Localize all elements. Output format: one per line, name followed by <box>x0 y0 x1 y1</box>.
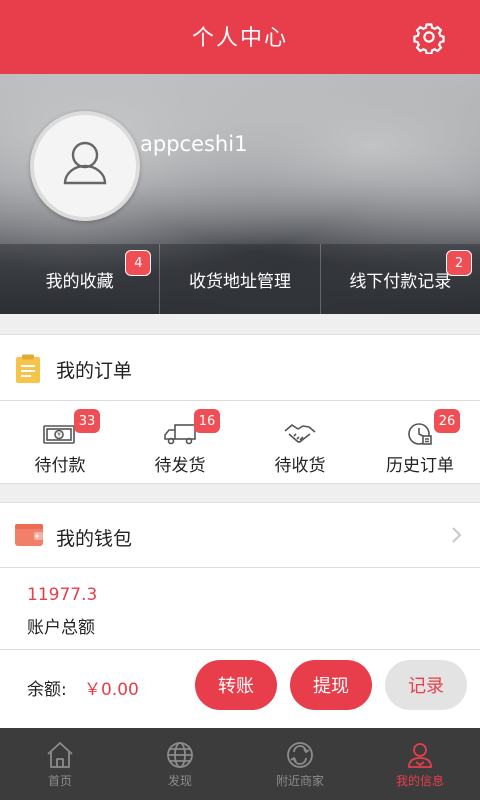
tab-home[interactable]: 首页 <box>0 728 120 800</box>
pending-payment-badge: 33 <box>74 409 100 433</box>
truck-icon <box>164 424 196 445</box>
banknote-icon: ¥ <box>43 425 75 444</box>
bottom-tab-bar: 首页 发现 附近商家 我的信息 <box>0 728 480 800</box>
order-label: 历史订单 <box>386 456 454 476</box>
page-title: 个人中心 <box>191 26 288 51</box>
tab-label: 发现 <box>167 774 192 788</box>
records-button[interactable]: 记录 <box>385 660 467 710</box>
tab-label: 首页 <box>47 774 72 788</box>
profile-stats: 我的收藏 4 收货地址管理 线下付款记录 2 <box>0 244 480 314</box>
nearby-icon <box>287 742 313 768</box>
handshake-icon <box>284 424 316 443</box>
order-history[interactable]: 26 历史订单 <box>360 401 480 484</box>
orders-title: 我的订单 <box>56 360 133 382</box>
pending-shipment-badge: 16 <box>194 409 220 433</box>
svg-text:¥: ¥ <box>57 432 61 439</box>
stat-label: 线下付款记录 <box>349 271 452 292</box>
order-pending-receipt[interactable]: 待收货 <box>240 401 360 484</box>
balance-label: 余额: <box>27 680 67 700</box>
favorites-badge: 4 <box>125 250 152 276</box>
order-pending-payment[interactable]: ¥ 33 待付款 <box>0 401 120 484</box>
avatar[interactable] <box>30 111 140 221</box>
tab-nearby[interactable]: 附近商家 <box>240 728 360 800</box>
stat-label: 收货地址管理 <box>188 271 291 292</box>
clipboard-icon <box>16 354 40 383</box>
stat-offline-payments[interactable]: 线下付款记录 2 <box>319 244 480 314</box>
chevron-right-icon <box>452 527 462 543</box>
app-header: 个人中心 <box>0 0 480 74</box>
tab-label: 我的信息 <box>395 774 444 788</box>
total-label: 账户总额 <box>27 618 95 638</box>
orders-section: 我的订单 ¥ 33 待付款 16 待发货 待收货 26 历史订单 <box>0 334 480 484</box>
total-amount: 11977.3 <box>27 585 98 605</box>
globe-icon <box>167 742 193 768</box>
profile-banner: appceshi1 我的收藏 4 收货地址管理 线下付款记录 2 <box>0 74 480 314</box>
tab-my-info[interactable]: 我的信息 <box>360 728 480 800</box>
transfer-button[interactable]: 转账 <box>195 660 277 710</box>
divider <box>0 649 480 650</box>
tab-label: 附近商家 <box>275 774 324 788</box>
wallet-icon <box>15 524 43 546</box>
order-status-row: ¥ 33 待付款 16 待发货 待收货 26 历史订单 <box>0 401 480 484</box>
order-label: 待发货 <box>154 456 206 476</box>
order-label: 待付款 <box>34 456 86 476</box>
offline-payments-badge: 2 <box>445 250 472 276</box>
tab-discover[interactable]: 发现 <box>120 728 240 800</box>
user-avatar-icon <box>63 141 107 185</box>
username: appceshi1 <box>140 132 248 156</box>
clock-icon <box>408 423 432 445</box>
stat-favorites[interactable]: 我的收藏 4 <box>0 244 159 314</box>
wallet-title: 我的钱包 <box>56 528 133 550</box>
stat-label: 我的收藏 <box>45 271 114 292</box>
home-icon <box>47 742 73 768</box>
balance-value: ￥0.00 <box>84 680 139 700</box>
history-badge: 26 <box>434 409 460 433</box>
stat-address-management[interactable]: 收货地址管理 <box>159 244 319 314</box>
profile-icon <box>408 743 432 768</box>
order-pending-shipment[interactable]: 16 待发货 <box>120 401 240 484</box>
wallet-section: 我的钱包 11977.3 账户总额 余额: ￥0.00 转账 提现 记录 <box>0 502 480 728</box>
order-label: 待收货 <box>274 456 326 476</box>
gear-icon[interactable] <box>412 20 446 54</box>
wallet-header[interactable]: 我的钱包 <box>0 503 480 568</box>
orders-header[interactable]: 我的订单 <box>0 335 480 401</box>
withdraw-button[interactable]: 提现 <box>290 660 372 710</box>
